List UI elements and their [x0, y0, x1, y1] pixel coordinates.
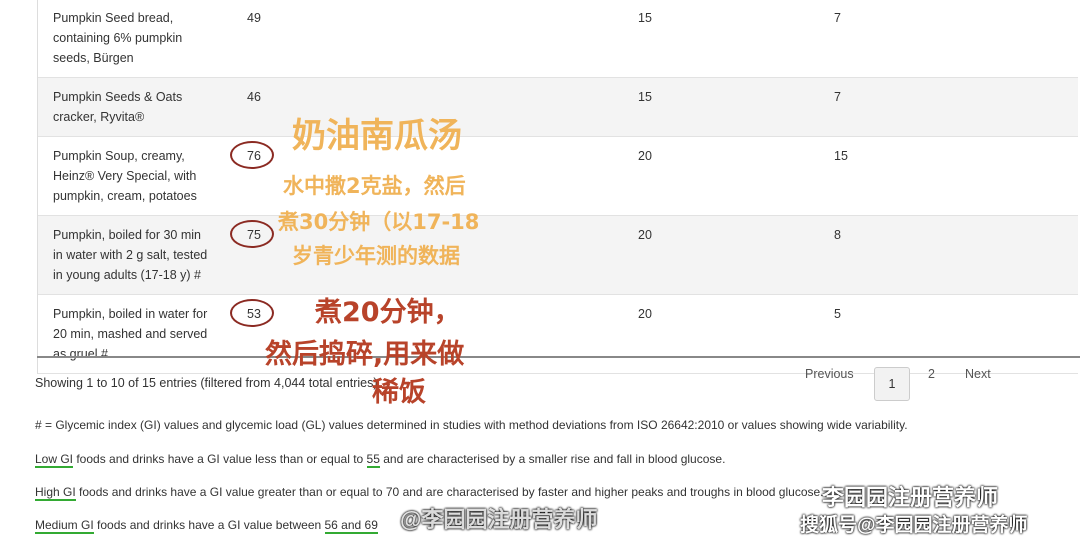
gi-value: 76	[247, 149, 261, 163]
gl-value: 5	[834, 307, 841, 321]
note-low-gi: Low GI foods and drinks have a GI value …	[35, 452, 726, 468]
gl-value: 7	[834, 90, 841, 104]
overlay-red1: 煮20分钟，	[315, 297, 461, 328]
medium-gi-text: foods and drinks have a GI value between	[93, 518, 325, 532]
gi-value: 46	[247, 90, 261, 104]
high-gi-label: High GI	[35, 485, 76, 501]
gi-value: 53	[247, 307, 261, 321]
note-hash: # = Glycemic index (GI) values and glyce…	[35, 418, 908, 432]
gi-value: 75	[247, 228, 261, 242]
page-2-button[interactable]: 2	[928, 367, 935, 381]
carb-value: 20	[638, 228, 652, 242]
entries-info: Showing 1 to 10 of 15 entries (filtered …	[35, 376, 378, 390]
next-button[interactable]: Next	[965, 367, 991, 381]
overlay-red2: 然后捣碎,用来做	[265, 339, 465, 370]
food-name: Pumpkin Seed bread, containing 6% pumpki…	[53, 11, 183, 65]
table-row: Pumpkin Seeds & Oats cracker, Ryvita® 46…	[38, 78, 1078, 137]
overlay-line3: 岁青少年测的数据	[292, 244, 460, 268]
food-name: Pumpkin, boiled for 30 min in water with…	[53, 228, 208, 282]
overlay-red3: 稀饭	[372, 377, 426, 408]
overlay-line1: 水中撒2克盐，然后	[283, 174, 466, 198]
carb-value: 20	[638, 149, 652, 163]
page-1-button[interactable]: 1	[874, 367, 910, 401]
table-row: Pumpkin, boiled in water for 20 min, mas…	[38, 295, 1078, 374]
table-row: Pumpkin Seed bread, containing 6% pumpki…	[38, 0, 1078, 78]
low-gi-label: Low GI	[35, 452, 74, 468]
gl-value: 15	[834, 149, 848, 163]
high-gi-text: foods and drinks have a GI value greater…	[75, 485, 824, 499]
carb-value: 20	[638, 307, 652, 321]
note-medium-gi: Medium GI foods and drinks have a GI val…	[35, 518, 378, 534]
table-divider	[37, 356, 1080, 358]
gl-value: 7	[834, 11, 841, 25]
low-gi-text: foods and drinks have a GI value less th…	[73, 452, 367, 466]
note-high-gi: High GI foods and drinks have a GI value…	[35, 485, 824, 501]
medium-gi-value: 56 and 69	[324, 518, 378, 534]
table-row: Pumpkin Soup, creamy, Heinz® Very Specia…	[38, 137, 1078, 216]
low-gi-text-end: and are characterised by a smaller rise …	[379, 452, 726, 466]
food-name: Pumpkin, boiled in water for 20 min, mas…	[53, 307, 208, 361]
medium-gi-label: Medium GI	[35, 518, 94, 534]
gl-value: 8	[834, 228, 841, 242]
overlay-title: 奶油南瓜汤	[292, 116, 462, 156]
gi-table: Pumpkin Seed bread, containing 6% pumpki…	[37, 0, 1078, 374]
low-gi-value: 55	[366, 452, 380, 468]
overlay-line2: 煮30分钟（以17-18	[278, 210, 480, 234]
food-name: Pumpkin Soup, creamy, Heinz® Very Specia…	[53, 149, 197, 203]
previous-button[interactable]: Previous	[805, 367, 854, 381]
carb-value: 15	[638, 90, 652, 104]
weibo-watermark: @李园园注册营养师	[400, 507, 598, 532]
carb-value: 15	[638, 11, 652, 25]
wechat-watermark: 李园园注册营养师	[822, 485, 999, 510]
sohu-watermark: 搜狐号@李园园注册营养师	[800, 515, 1028, 536]
gi-value: 49	[247, 11, 261, 25]
food-name: Pumpkin Seeds & Oats cracker, Ryvita®	[53, 90, 183, 124]
table-row: Pumpkin, boiled for 30 min in water with…	[38, 216, 1078, 295]
